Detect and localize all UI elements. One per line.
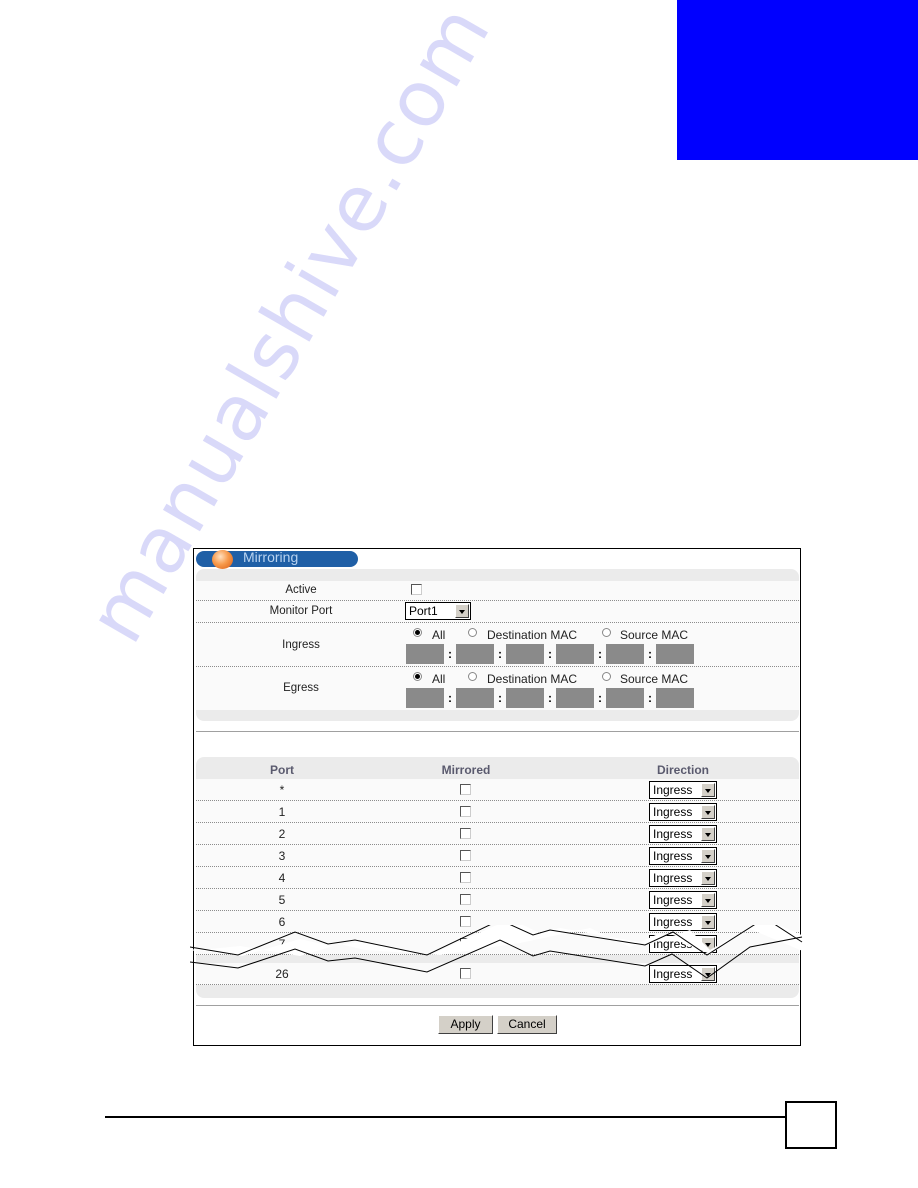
ingress-all-label: All — [432, 628, 446, 642]
direction-select[interactable]: Ingress — [649, 847, 717, 865]
cancel-button[interactable]: Cancel — [497, 1015, 557, 1034]
egress-all-radio[interactable] — [413, 672, 422, 681]
chevron-down-icon[interactable] — [455, 604, 469, 618]
mac-separator: : — [498, 647, 502, 661]
mac-separator: : — [548, 691, 552, 705]
ingress-destination-mac-radio[interactable] — [468, 628, 477, 637]
monitor-port-label: Monitor Port — [269, 605, 333, 617]
direction-value: Ingress — [653, 871, 693, 885]
table-break — [190, 925, 805, 979]
chevron-down-icon[interactable] — [701, 893, 715, 907]
egress-destination-mac-radio[interactable] — [468, 672, 477, 681]
footer-rule — [105, 1116, 786, 1118]
header-port: Port — [270, 763, 294, 777]
mac-octet-input[interactable] — [556, 644, 594, 664]
egress-label: Egress — [283, 682, 319, 694]
header-mirrored: Mirrored — [441, 763, 491, 777]
mac-octet-input[interactable] — [556, 688, 594, 708]
egress-all-label: All — [432, 672, 446, 686]
mac-octet-input[interactable] — [506, 688, 544, 708]
ingress-all-radio[interactable] — [413, 628, 422, 637]
ingress-destination-mac-label: Destination MAC — [487, 628, 578, 642]
mirrored-checkbox[interactable] — [460, 894, 471, 905]
mac-octet-input[interactable] — [406, 688, 444, 708]
direction-value: Ingress — [653, 849, 693, 863]
mac-separator: : — [598, 647, 602, 661]
chevron-down-icon[interactable] — [701, 849, 715, 863]
mac-octet-input[interactable] — [506, 644, 544, 664]
direction-value: Ingress — [653, 783, 693, 797]
port-cell: * — [279, 783, 285, 797]
chapter-tab — [677, 0, 918, 160]
port-cell: 2 — [278, 827, 286, 841]
direction-select[interactable]: Ingress — [649, 869, 717, 887]
direction-select[interactable]: Ingress — [649, 825, 717, 843]
egress-source-mac-label: Source MAC — [620, 672, 689, 686]
mac-separator: : — [648, 691, 652, 705]
egress-destination-mac-label: Destination MAC — [487, 672, 578, 686]
mac-octet-input[interactable] — [456, 688, 494, 708]
chevron-down-icon[interactable] — [701, 871, 715, 885]
page-number-box — [785, 1101, 837, 1149]
direction-value: Ingress — [653, 805, 693, 819]
mac-octet-input[interactable] — [606, 644, 644, 664]
port-cell: 5 — [278, 893, 286, 907]
header-direction: Direction — [656, 763, 709, 777]
divider-bottom — [196, 1005, 799, 1006]
mirrored-checkbox[interactable] — [460, 850, 471, 861]
direction-select[interactable]: Ingress — [649, 781, 717, 799]
port-cell: 1 — [278, 805, 286, 819]
mirrored-checkbox[interactable] — [460, 872, 471, 883]
ingress-label: Ingress — [282, 639, 320, 651]
active-label: Active — [285, 584, 317, 596]
mirrored-checkbox[interactable] — [460, 828, 471, 839]
mac-separator: : — [548, 647, 552, 661]
direction-select[interactable]: Ingress — [649, 891, 717, 909]
apply-button[interactable]: Apply — [438, 1015, 493, 1034]
mirrored-checkbox[interactable] — [460, 784, 471, 795]
monitor-port-select[interactable]: Port1 — [405, 602, 471, 620]
panel-title: Mirroring — [243, 549, 299, 565]
mac-octet-input[interactable] — [656, 644, 694, 664]
active-checkbox[interactable] — [411, 584, 422, 595]
egress-source-mac-radio[interactable] — [602, 672, 611, 681]
monitor-port-value: Port1 — [409, 604, 438, 618]
ingress-source-mac-radio[interactable] — [602, 628, 611, 637]
mac-octet-input[interactable] — [406, 644, 444, 664]
chevron-down-icon[interactable] — [701, 827, 715, 841]
divider — [196, 731, 799, 732]
mac-separator: : — [448, 691, 452, 705]
title-ball-icon — [212, 550, 233, 569]
mac-octet-input[interactable] — [606, 688, 644, 708]
mac-octet-input[interactable] — [656, 688, 694, 708]
chevron-down-icon[interactable] — [701, 783, 715, 797]
mac-octet-input[interactable] — [456, 644, 494, 664]
ingress-source-mac-label: Source MAC — [620, 628, 689, 642]
mac-separator: : — [598, 691, 602, 705]
port-cell: 3 — [278, 849, 286, 863]
port-cell: 4 — [278, 871, 286, 885]
direction-value: Ingress — [653, 893, 693, 907]
direction-select[interactable]: Ingress — [649, 803, 717, 821]
direction-value: Ingress — [653, 827, 693, 841]
mac-separator: : — [498, 691, 502, 705]
mac-separator: : — [648, 647, 652, 661]
mac-separator: : — [448, 647, 452, 661]
chevron-down-icon[interactable] — [701, 805, 715, 819]
mirrored-checkbox[interactable] — [460, 806, 471, 817]
